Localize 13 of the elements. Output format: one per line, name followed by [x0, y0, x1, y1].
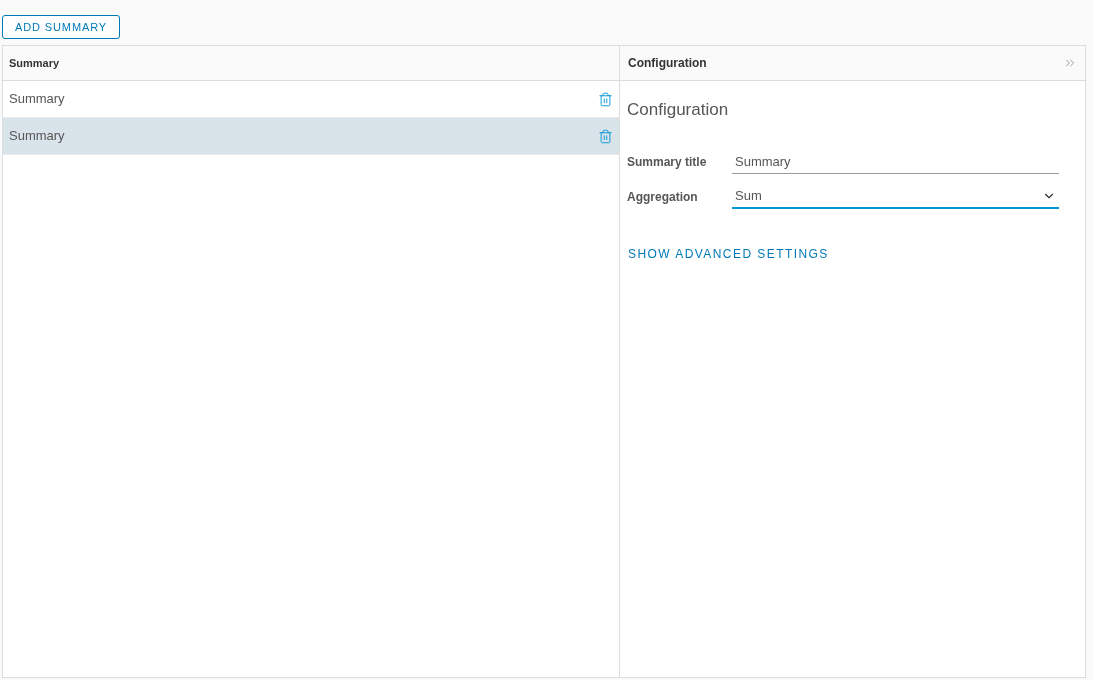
title-input[interactable]: Summary [732, 150, 1059, 174]
aggregation-select[interactable]: Sum [732, 185, 1059, 209]
field-label: Aggregation [627, 189, 699, 206]
list-header: Summary [3, 46, 619, 81]
collapse-icon[interactable] [1063, 56, 1077, 70]
panel-header: Configuration [628, 55, 707, 72]
summary-row[interactable]: Summary [3, 118, 619, 155]
field-label: Summary title [627, 154, 708, 171]
trash-icon[interactable] [598, 128, 613, 144]
add-summary-button[interactable]: ADD SUMMARY [2, 15, 120, 39]
panel-heading: Configuration [627, 99, 730, 121]
trash-icon[interactable] [598, 91, 613, 107]
advanced-settings-link[interactable]: SHOW ADVANCED SETTINGS [627, 244, 830, 263]
